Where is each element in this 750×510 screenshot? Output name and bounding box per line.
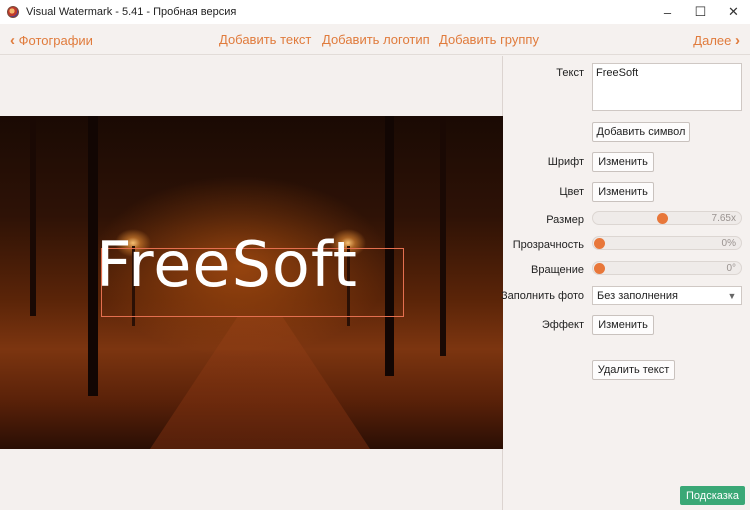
preview-canvas: FreeSoft	[0, 56, 503, 510]
app-logo-icon	[7, 6, 19, 18]
font-label: Шрифт	[547, 156, 584, 168]
add-text-link[interactable]: Добавить текст	[219, 32, 311, 47]
size-slider[interactable]: 7.65x	[592, 211, 742, 225]
back-label: Фотографии	[18, 33, 93, 48]
photo-tree-trunk	[385, 116, 394, 376]
next-label: Далее	[693, 33, 732, 48]
color-label: Цвет	[559, 186, 584, 198]
add-group-link[interactable]: Добавить группу	[439, 32, 539, 47]
rotation-slider-thumb[interactable]	[594, 263, 605, 274]
rotation-slider[interactable]: 0°	[592, 261, 742, 275]
photo-preview: FreeSoft	[0, 116, 503, 449]
fill-photo-value: Без заполнения	[597, 290, 678, 302]
text-label: Текст	[556, 67, 584, 79]
size-label: Размер	[546, 214, 584, 226]
change-effect-button[interactable]: Изменить	[592, 315, 654, 335]
change-color-button[interactable]: Изменить	[592, 182, 654, 202]
maximize-button[interactable]: ☐	[684, 0, 717, 24]
chevron-left-icon: ‹	[10, 32, 15, 49]
nav-bar: ‹ Фотографии Добавить текст Добавить лог…	[0, 24, 750, 55]
back-to-photos-link[interactable]: ‹ Фотографии	[10, 32, 93, 49]
rotation-value: 0°	[726, 263, 736, 274]
text-input[interactable]: FreeSoft	[592, 63, 742, 111]
title-bar: Visual Watermark - 5.41 - Пробная версия…	[0, 0, 750, 24]
opacity-slider[interactable]: 0%	[592, 236, 742, 250]
effect-label: Эффект	[541, 319, 584, 331]
fill-photo-select[interactable]: Без заполнения ▼	[592, 286, 742, 305]
photo-tree-trunk	[30, 116, 36, 316]
rotation-label: Вращение	[531, 264, 584, 276]
opacity-label: Прозрачность	[512, 239, 584, 251]
window-title: Visual Watermark - 5.41 - Пробная версия	[26, 6, 237, 18]
size-slider-thumb[interactable]	[657, 213, 669, 224]
change-font-button[interactable]: Изменить	[592, 152, 654, 172]
window-controls: – ☐ ✕	[651, 0, 750, 24]
minimize-button[interactable]: –	[651, 0, 684, 24]
photo-tree-trunk	[440, 116, 446, 356]
close-button[interactable]: ✕	[717, 0, 750, 24]
text-settings-panel: Текст FreeSoft Добавить символ Шрифт Изм…	[500, 56, 750, 510]
dropdown-arrow-icon[interactable]: ▼	[723, 287, 741, 304]
help-button[interactable]: Подсказка	[680, 486, 745, 505]
opacity-value: 0%	[721, 238, 736, 249]
next-link[interactable]: Далее ›	[693, 32, 740, 49]
size-value: 7.65x	[711, 213, 736, 224]
opacity-slider-thumb[interactable]	[594, 238, 605, 249]
watermark-text[interactable]: FreeSoft	[96, 234, 358, 296]
delete-text-button[interactable]: Удалить текст	[592, 360, 675, 380]
add-logo-link[interactable]: Добавить логотип	[322, 32, 430, 47]
chevron-right-icon: ›	[735, 32, 740, 49]
add-symbol-button[interactable]: Добавить символ	[592, 122, 690, 142]
photo-path-shape	[150, 316, 370, 449]
fill-photo-label: Заполнить фото	[500, 290, 584, 302]
